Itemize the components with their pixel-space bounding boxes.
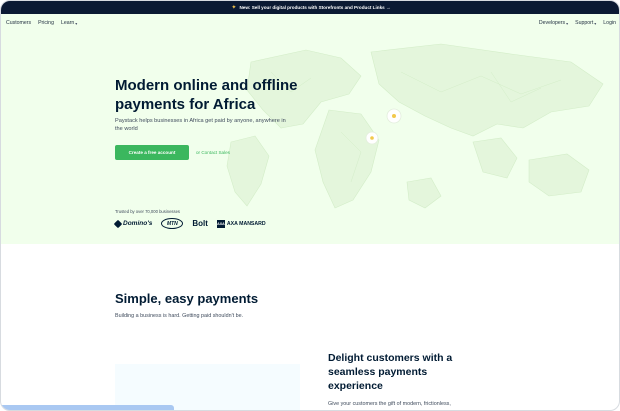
chevron-down-icon: ▾ — [566, 20, 569, 26]
top-navigation: Customers Pricing Learn ▾ Developers ▾ Sup… — [1, 14, 619, 32]
map-location-pin — [365, 131, 379, 145]
announcement-text[interactable]: New: Sell your digital products with Sto… — [239, 5, 390, 10]
preview-accent-bar — [1, 405, 174, 410]
trusted-by-text: Trusted by over 70,000 businesses — [115, 209, 181, 214]
axa-mansard-logo: AXA AXA MANSARD — [216, 219, 266, 228]
create-account-button[interactable]: Create a free account — [115, 145, 189, 160]
nav-item-label: Learn — [60, 20, 75, 26]
axa-logo-text: AXA MANSARD — [226, 220, 266, 227]
dominos-mark-icon — [113, 219, 123, 228]
mtn-logo: MTN — [161, 218, 184, 229]
nav-left: Customers Pricing Learn ▾ — [6, 20, 77, 26]
payments-preview-panel — [115, 364, 300, 410]
nav-right: Developers ▾ Support ▾ Login — [539, 20, 616, 26]
nav-item-label: Pricing — [38, 20, 54, 26]
announcement-bar[interactable]: ✦ New: Sell your digital products with S… — [1, 1, 619, 14]
nav-item-label: Support — [575, 20, 594, 26]
section-subtitle: Building a business is hard. Getting pai… — [115, 313, 244, 319]
nav-item-learn[interactable]: Learn ▾ — [61, 20, 77, 26]
dominos-logo-text: Domino's — [123, 220, 153, 227]
nav-item-label: Login — [603, 20, 616, 26]
nav-item-login[interactable]: Login — [603, 20, 616, 26]
hero-title: Modern online and offline payments for A… — [115, 77, 298, 113]
browser-frame: ✦ New: Sell your digital products with S… — [0, 0, 620, 411]
nav-item-developers[interactable]: Developers ▾ — [539, 20, 568, 26]
hero-section: Modern online and offline payments for A… — [1, 32, 619, 244]
chevron-down-icon: ▾ — [75, 20, 78, 26]
bolt-logo-text: Bolt — [192, 219, 208, 228]
section-title: Simple, easy payments — [115, 291, 259, 306]
nav-item-support[interactable]: Support ▾ — [575, 20, 596, 26]
feature-title: Delight customers with a seamless paymen… — [328, 352, 453, 392]
feature-text: Give your customers the gift of modern, … — [328, 401, 451, 407]
hero-subtitle: Paystack helps businesses in Africa get … — [115, 118, 286, 132]
nav-item-label: Customers — [6, 20, 32, 26]
contact-sales-link[interactable]: or Contact Sales — [196, 150, 230, 155]
nav-item-pricing[interactable]: Pricing — [38, 20, 54, 26]
dominos-logo: Domino's — [113, 219, 153, 228]
sparkle-icon: ✦ — [231, 4, 237, 11]
bolt-logo: Bolt — [192, 219, 208, 228]
map-location-pin — [386, 108, 402, 124]
axa-mark-icon: AXA — [216, 219, 225, 228]
mtn-logo-text: MTN — [166, 220, 178, 227]
nav-item-customers[interactable]: Customers — [6, 20, 31, 26]
nav-item-label: Developers — [538, 20, 566, 26]
world-map-illustration — [226, 43, 604, 209]
customer-logos: Domino's MTN Bolt AXA AXA MANSARD — [113, 218, 266, 229]
chevron-down-icon: ▾ — [594, 20, 597, 26]
